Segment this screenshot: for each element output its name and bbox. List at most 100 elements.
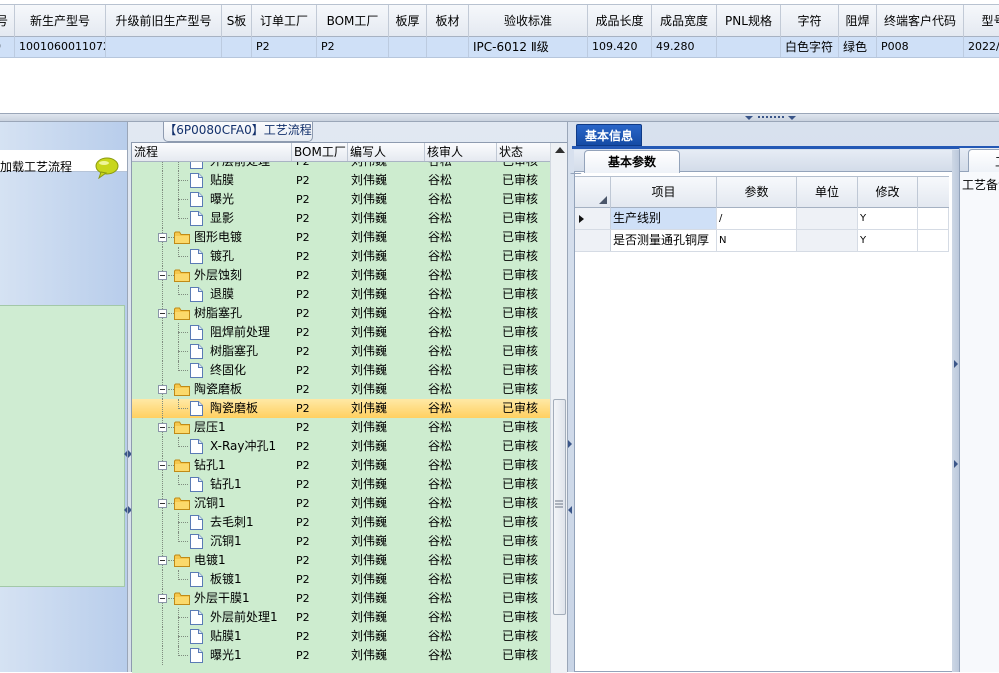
process-row[interactable]: 钻孔1 P2 刘伟巍 谷松 已审核 [132,456,550,475]
process-row[interactable]: 去毛刺1 P2 刘伟巍 谷松 已审核 [132,513,550,532]
cell-col-order-factory[interactable]: P2 [252,37,317,57]
column-header-writer[interactable]: 编写人 [348,143,425,161]
column-header-flow[interactable]: 流程 [132,143,292,161]
param-item[interactable]: 生产线别 [611,208,717,229]
process-row[interactable]: 曝光 P2 刘伟巍 谷松 已审核 [132,190,550,209]
cell-col-width[interactable]: 49.280 [652,37,717,57]
process-row[interactable]: 贴膜1 P2 刘伟巍 谷松 已审核 [132,627,550,646]
process-row[interactable]: X-Ray冲孔1 P2 刘伟巍 谷松 已审核 [132,437,550,456]
param-value[interactable]: N [717,230,797,251]
header-col-no[interactable]: 号 [0,5,15,37]
process-row[interactable]: 陶瓷磨板 P2 刘伟巍 谷松 已审核 [132,380,550,399]
process-row[interactable]: 显影 P2 刘伟巍 谷松 已审核 [132,209,550,228]
process-row[interactable]: 终固化 P2 刘伟巍 谷松 已审核 [132,361,550,380]
header-col-customer-code[interactable]: 终端客户代码 [877,5,964,37]
cell-col-acceptance[interactable]: IPC-6012 Ⅱ级 [469,37,588,57]
header-col-model[interactable]: 型号 [964,5,999,37]
basic-params-tab[interactable]: 基本参数 [584,150,680,173]
header-col-width[interactable]: 成品宽度 [652,5,717,37]
header-col-order-factory[interactable]: 订单工厂 [252,5,317,37]
param-row[interactable]: 是否测量通孔铜厚 N Y [575,230,949,252]
order-grid-row[interactable]: 010010600110726 P2P2 IPC-6012 Ⅱ级109.42049.… [0,37,999,58]
param-row[interactable]: 生产线别 / Y [575,208,949,230]
param-modify[interactable]: Y [858,208,918,229]
process-row[interactable]: 钻孔1 P2 刘伟巍 谷松 已审核 [132,475,550,494]
process-row[interactable]: 外层前处理1 P2 刘伟巍 谷松 已审核 [132,608,550,627]
cell-col-new-model[interactable]: 10010600110726 [15,37,106,57]
process-flow-tab[interactable]: 【6P0080CFA0】工艺流程 [163,122,313,142]
expand-collapse-icon[interactable] [158,385,167,394]
cell-col-customer-code[interactable]: P008 [877,37,964,57]
column-header-modify[interactable]: 修改 [858,177,918,208]
expand-collapse-icon[interactable] [158,556,167,565]
header-col-pnl[interactable]: PNL规格 [717,5,781,37]
column-header-status[interactable]: 状态 [497,143,550,161]
expand-collapse-icon[interactable] [158,423,167,432]
cell-col-model[interactable]: 2022/8 [964,37,999,57]
expand-icon[interactable] [568,440,572,448]
header-col-thickness[interactable]: 板厚 [389,5,427,37]
cell-col-pnl[interactable] [717,37,781,57]
process-row[interactable]: 曝光1 P2 刘伟巍 谷松 已审核 [132,646,550,665]
expand-collapse-icon[interactable] [158,309,167,318]
basic-info-tab[interactable]: 基本信息 [576,124,642,146]
collapse-icon[interactable] [568,506,572,514]
chat-bubble-icon[interactable] [94,157,120,179]
process-row[interactable]: 陶瓷磨板 P2 刘伟巍 谷松 已审核 [132,399,550,418]
craft-tab[interactable]: 工 [968,149,999,172]
expand-collapse-icon[interactable] [158,499,167,508]
process-row[interactable]: 树脂塞孔 P2 刘伟巍 谷松 已审核 [132,304,550,323]
header-col-old-model[interactable]: 升级前旧生产型号 [106,5,222,37]
cell-col-old-model[interactable] [106,37,222,57]
param-item[interactable]: 是否测量通孔铜厚 [611,230,717,251]
column-header-item[interactable]: 项目 [611,177,717,208]
header-col-new-model[interactable]: 新生产型号 [15,5,106,37]
load-process-flow-button[interactable]: 加载工艺流程 [0,158,72,176]
horizontal-splitter[interactable] [0,113,999,122]
expand-collapse-icon[interactable] [158,594,167,603]
process-row[interactable]: 沉铜1 P2 刘伟巍 谷松 已审核 [132,532,550,551]
cell-col-bom-factory[interactable]: P2 [317,37,389,57]
row-header[interactable] [575,208,611,229]
param-unit[interactable] [797,208,858,229]
expand-collapse-icon[interactable] [158,271,167,280]
select-all-corner[interactable] [575,177,611,208]
process-row[interactable]: 外层干膜1 P2 刘伟巍 谷松 已审核 [132,589,550,608]
process-row[interactable]: 阻焊前处理 P2 刘伟巍 谷松 已审核 [132,323,550,342]
cell-col-s-board[interactable] [222,37,252,57]
process-row[interactable]: 层压1 P2 刘伟巍 谷松 已审核 [132,418,550,437]
column-header-param[interactable]: 参数 [717,177,797,208]
process-row[interactable]: 电镀1 P2 刘伟巍 谷松 已审核 [132,551,550,570]
process-row[interactable]: 树脂塞孔 P2 刘伟巍 谷松 已审核 [132,342,550,361]
row-header[interactable] [575,230,611,251]
header-col-s-board[interactable]: S板 [222,5,252,37]
process-row[interactable]: 贴膜 P2 刘伟巍 谷松 已审核 [132,171,550,190]
process-row[interactable]: 镀孔 P2 刘伟巍 谷松 已审核 [132,247,550,266]
header-col-solder-mask[interactable]: 阻焊 [839,5,877,37]
cell-col-material[interactable] [427,37,469,57]
header-col-length[interactable]: 成品长度 [588,5,652,37]
tree-scrollbar[interactable] [550,143,567,673]
column-header-reviewer[interactable]: 核审人 [425,143,497,161]
cell-col-solder-mask[interactable]: 绿色 [839,37,877,57]
header-col-material[interactable]: 板材 [427,5,469,37]
header-col-bom-factory[interactable]: BOM工厂 [317,5,389,37]
process-row[interactable]: 退膜 P2 刘伟巍 谷松 已审核 [132,285,550,304]
expand-collapse-icon[interactable] [158,461,167,470]
cell-col-no[interactable]: 0 [0,37,15,57]
process-row[interactable]: 板镀1 P2 刘伟巍 谷松 已审核 [132,570,550,589]
cell-col-thickness[interactable] [389,37,427,57]
scroll-up-icon[interactable] [555,147,565,153]
expand-collapse-icon[interactable] [158,233,167,242]
header-col-character[interactable]: 字符 [781,5,839,37]
cell-col-character[interactable]: 白色字符 [781,37,839,57]
column-header-unit[interactable]: 单位 [797,177,858,208]
header-col-acceptance[interactable]: 验收标准 [469,5,588,37]
process-row[interactable]: 外层前处理 P2 刘伟巍 谷松 已审核 [132,162,550,171]
process-row[interactable]: 图形电镀 P2 刘伟巍 谷松 已审核 [132,228,550,247]
param-unit[interactable] [797,230,858,251]
process-row[interactable]: 外层蚀刻 P2 刘伟巍 谷松 已审核 [132,266,550,285]
param-modify[interactable]: Y [858,230,918,251]
param-value[interactable]: / [717,208,797,229]
cell-col-length[interactable]: 109.420 [588,37,652,57]
